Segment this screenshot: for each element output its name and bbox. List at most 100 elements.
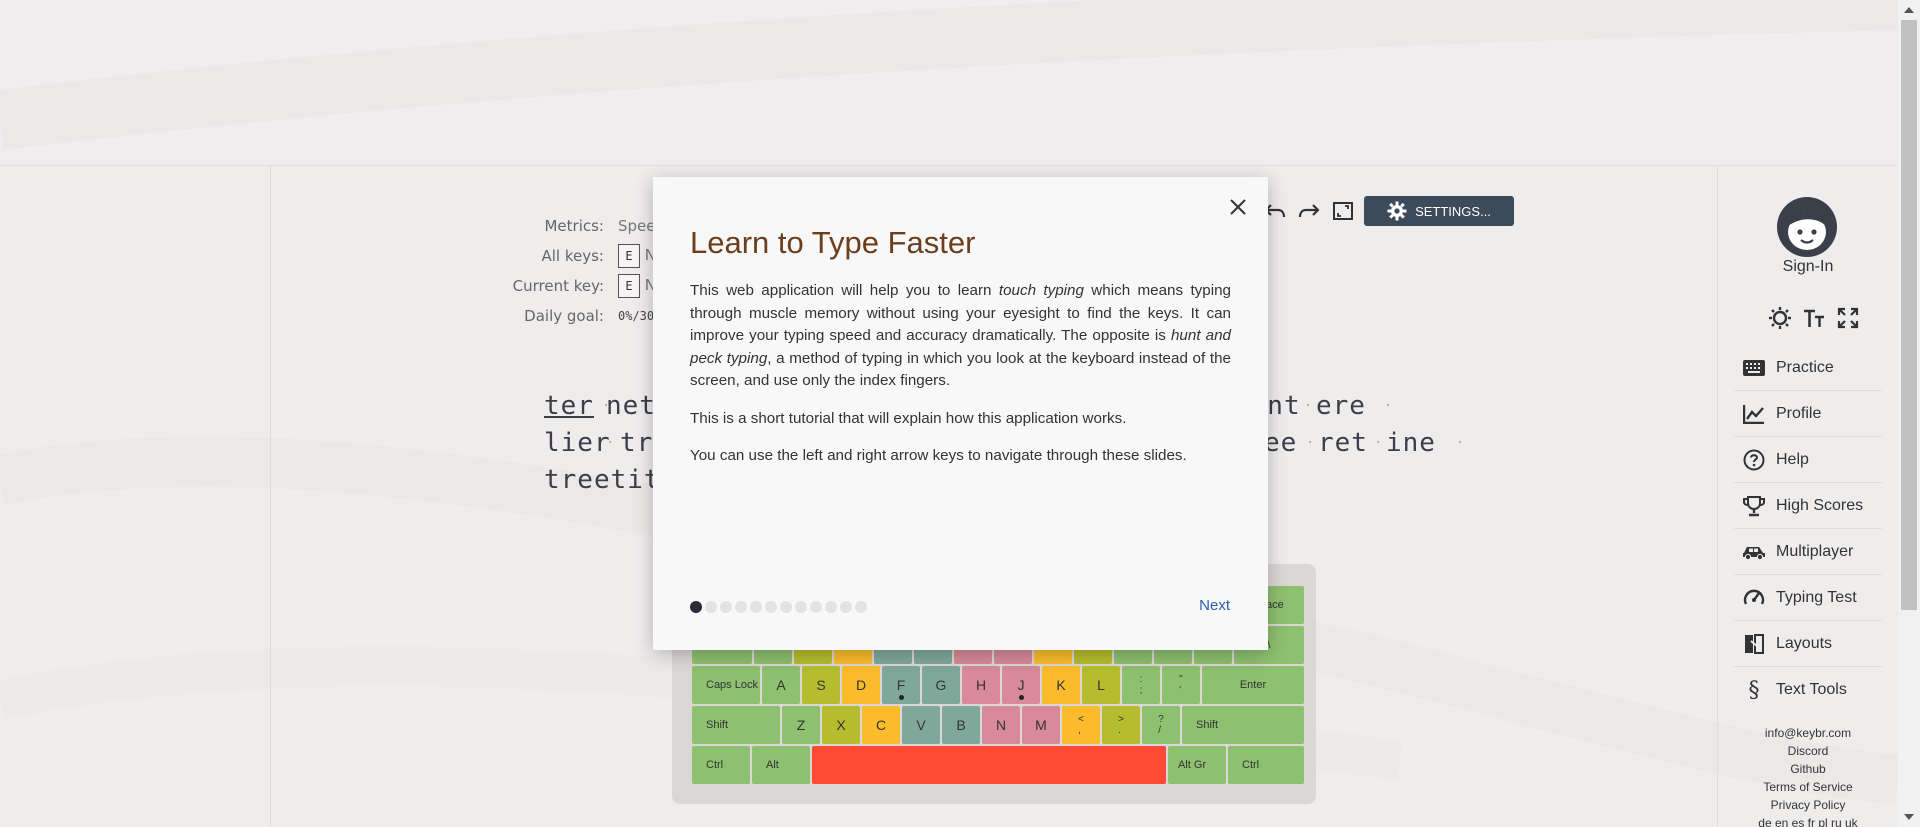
next-button[interactable]: Next [1199,597,1230,614]
key-k: K [1042,666,1080,704]
close-icon[interactable] [1224,193,1252,221]
key-j: J [1002,666,1040,704]
fullscreen-icon[interactable] [1330,198,1356,224]
key-alt-gr: Alt Gr [1168,746,1226,784]
sidebar-item-label: Multiplayer [1776,542,1854,560]
slide-pager [690,601,867,613]
space-dot: · [1384,398,1394,414]
slide-dot[interactable] [840,601,852,613]
sidebar-item-practice[interactable]: Practice [1734,345,1882,391]
slide-dot[interactable] [720,601,732,613]
key-ctrl-right: Ctrl [1228,746,1304,784]
tutorial-paragraph: This is a short tutorial that will expla… [690,409,1127,427]
key-backspace: ace [1262,586,1304,624]
language-links[interactable]: de en es fr pl ru uk [1718,814,1898,827]
gear-icon [1387,201,1407,221]
key-ctrl-left: Ctrl [692,746,750,784]
chart-icon [1742,402,1766,426]
slide-dot[interactable] [765,601,777,613]
email-link[interactable]: info@keybr.com [1718,724,1898,742]
key-caps-lock: Caps Lock [692,666,760,704]
key-g: G [922,666,960,704]
header-band [0,0,1898,166]
sidebar-item-profile[interactable]: Profile [1734,391,1882,437]
settings-label: SETTINGS... [1415,203,1491,219]
key-badge: E [618,244,640,268]
key-shift-left: Shift [692,706,780,744]
key-badge: E [618,274,640,298]
sidebar-item-help[interactable]: Help [1734,437,1882,483]
github-link[interactable]: Github [1718,760,1898,778]
avatar-icon[interactable] [1776,196,1838,258]
text-run: , a method of typing in which you look a… [690,349,1231,390]
terms-link[interactable]: Terms of Service [1718,778,1898,796]
key-shift-right: Shift [1182,706,1304,744]
metric-value: 0%/30 [618,309,655,323]
expand-icon[interactable] [1836,306,1860,330]
metric-value: Spee [618,217,656,235]
navigation-paragraph: You can use the left and right arrow key… [690,447,1187,464]
slide-dot[interactable] [735,601,747,613]
scrollbar[interactable] [1898,0,1920,827]
text-word: ter [544,391,594,421]
space-dot: · [1306,435,1316,451]
key-label: F [896,677,906,693]
privacy-link[interactable]: Privacy Policy [1718,796,1898,814]
slide-dot[interactable] [795,601,807,613]
sidebar-item-layouts[interactable]: Layouts [1734,621,1882,667]
metric-label: Current key: [512,277,604,295]
key-f: F [882,666,920,704]
right-sidebar: Sign-In Practice Profile Help High Score… [1718,166,1898,827]
slide-dot[interactable] [855,601,867,613]
sidebar-item-label: Typing Test [1776,588,1857,606]
key-l: L [1082,666,1120,704]
space-dot: · [606,435,616,451]
key-v: V [902,706,940,744]
settings-button[interactable]: SETTINGS... [1364,196,1514,226]
home-bump [1019,695,1024,700]
footer-links: info@keybr.com Discord Github Terms of S… [1718,724,1898,827]
redo-icon[interactable] [1296,198,1322,224]
key-x: X [822,706,860,744]
sidebar-item-text-tools[interactable]: § Text Tools [1734,667,1882,713]
text-word: ere [1316,391,1366,421]
key-alt-left: Alt [752,746,810,784]
trophy-icon [1742,494,1766,518]
tutorial-dialog: Learn to Type Faster This web applicatio… [653,177,1268,650]
sidebar-item-label: Profile [1776,404,1822,422]
scroll-down-icon[interactable] [1904,814,1914,820]
section-icon: § [1748,677,1760,703]
sign-in-link[interactable]: Sign-In [1718,258,1898,276]
metric-value: E N [618,274,656,298]
discord-link[interactable]: Discord [1718,742,1898,760]
car-icon [1742,540,1766,564]
sidebar-item-typing-test[interactable]: Typing Test [1734,575,1882,621]
key-n: N [982,706,1020,744]
slide-dot[interactable] [810,601,822,613]
text-word: lier [544,428,611,458]
sidebar-item-high-scores[interactable]: High Scores [1734,483,1882,529]
slide-dot[interactable] [690,601,702,613]
scroll-up-icon[interactable] [1904,7,1914,13]
slide-dot[interactable] [780,601,792,613]
sidebar-nav: Practice Profile Help High Scores Multip… [1734,345,1882,713]
term-touch-typing: touch typing [998,282,1084,299]
sidebar-item-multiplayer[interactable]: Multiplayer [1734,529,1882,575]
brightness-icon[interactable] [1768,306,1792,330]
slide-dot[interactable] [705,601,717,613]
text-word: ine [1386,428,1436,458]
font-size-icon[interactable] [1802,306,1826,330]
scroll-thumb[interactable] [1901,20,1917,610]
sidebar-item-label: Text Tools [1776,681,1847,698]
metric-label: Daily goal: [524,307,604,325]
text-word: ret [1318,428,1368,458]
slide-dot[interactable] [750,601,762,613]
key-slash: ? / [1142,706,1180,744]
slide-dot[interactable] [825,601,837,613]
key-label: J [1017,677,1025,693]
help-icon [1742,448,1766,472]
metric-label: All keys: [541,247,605,265]
sidebar-item-label: Help [1776,450,1809,468]
key-z: Z [782,706,820,744]
toolbar: SETTINGS... [1262,196,1514,226]
